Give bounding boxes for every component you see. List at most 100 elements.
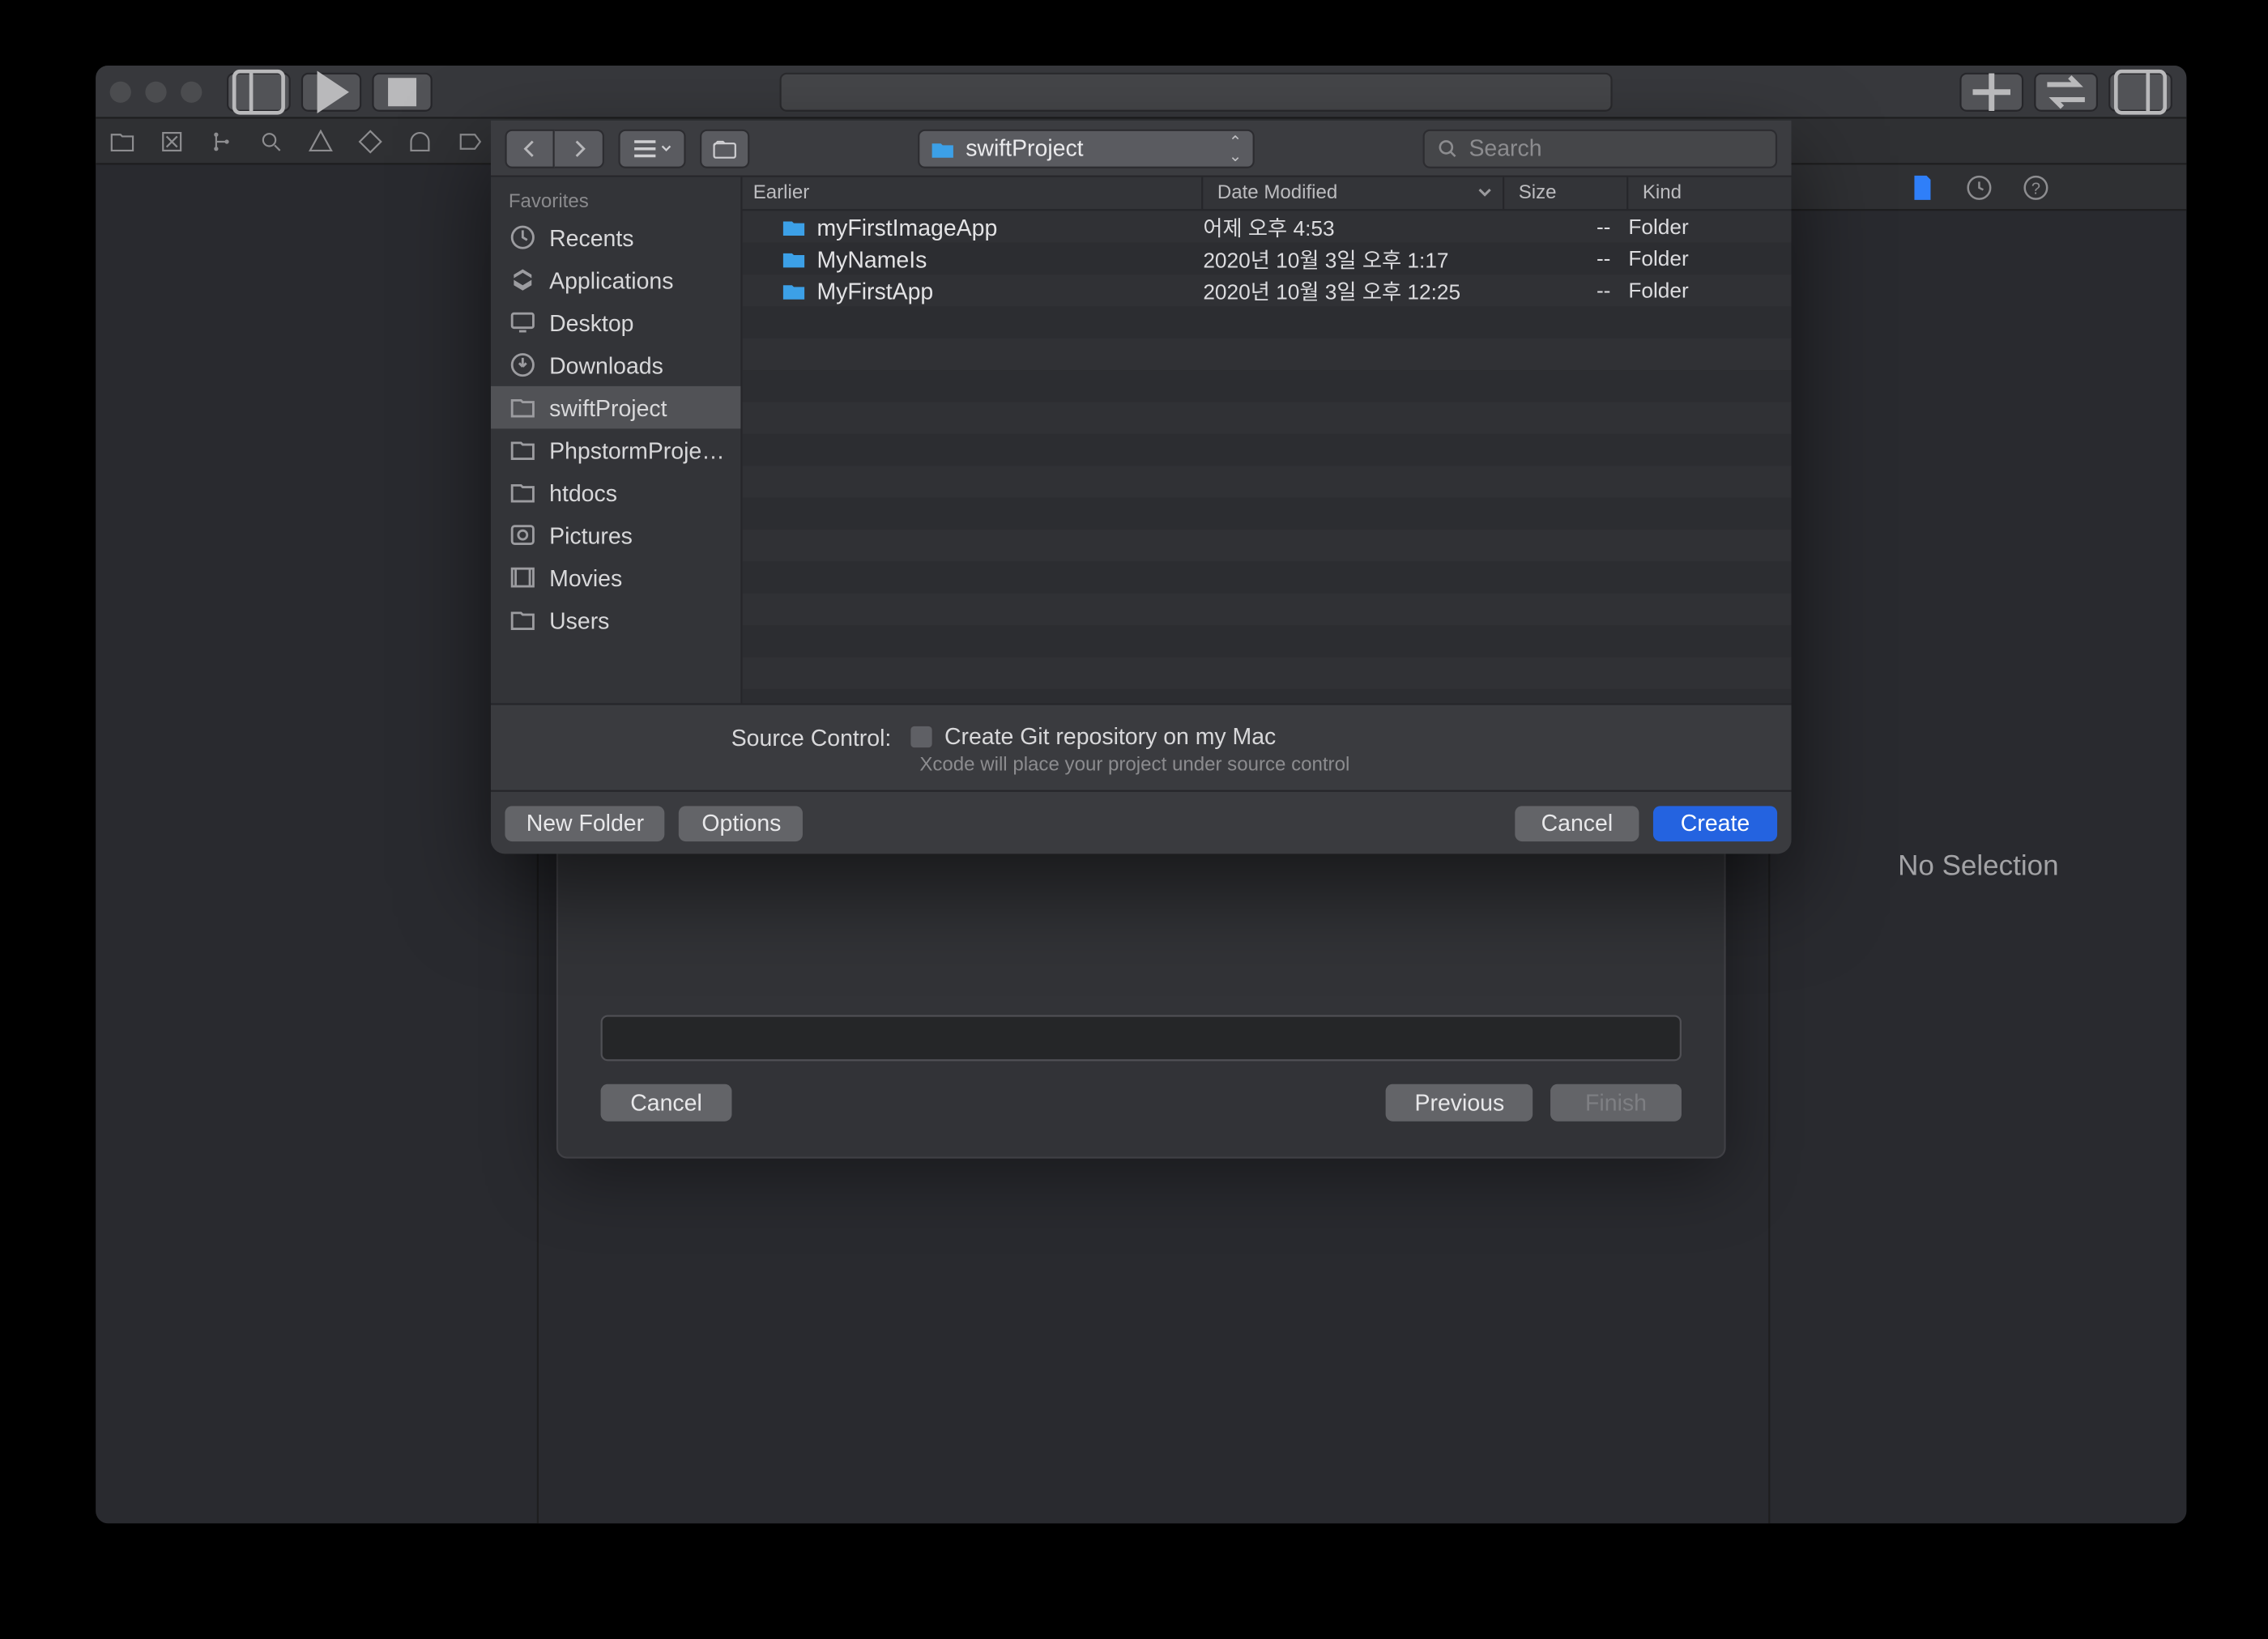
column-name-header[interactable]: Earlier [743,177,1204,209]
view-mode-popup[interactable] [618,129,685,168]
sidebar-item-recents[interactable]: Recents [491,216,740,259]
column-kind-header[interactable]: Kind [1628,177,1791,209]
sidebar-item-label: Downloads [549,351,663,378]
debug-navigator-tab[interactable] [407,129,433,154]
clock-icon [1964,172,1993,201]
empty-row [743,306,1792,338]
code-review-button[interactable] [2034,72,2098,111]
close-window-button[interactable] [110,81,131,102]
search-placeholder: Search [1469,134,1541,161]
wizard-previous-button[interactable]: Previous [1387,1084,1533,1122]
file-date: 2020년 10월 3일 오후 1:17 [1203,244,1504,274]
chevron-right-icon [569,139,587,157]
sidebar-item-users[interactable]: Users [491,598,740,641]
source-control-hint: Xcode will place your project under sour… [919,755,1763,776]
sidebar-item-htdocs[interactable]: htdocs [491,471,740,514]
save-panel-bottom-bar: New Folder Options Cancel Create [491,790,1792,854]
stop-button[interactable] [372,72,432,111]
file-kind: Folder [1628,278,1791,303]
chevron-down-icon [661,143,671,153]
test-navigator-tab[interactable] [358,129,383,154]
apps-icon [509,266,537,294]
search-field[interactable]: Search [1423,129,1778,168]
save-panel: swiftProject ⌃⌄ Search Favorites Recents… [491,121,1792,854]
wizard-cancel-button[interactable]: Cancel [601,1084,732,1122]
list-icon [633,138,658,159]
file-list: Earlier Date Modified Size Kind myFirstI… [743,177,1792,704]
file-inspector-tab[interactable] [1908,172,1936,201]
sidebar-item-label: htdocs [549,479,617,506]
folder-icon [509,606,537,634]
sidebar-item-applications[interactable]: Applications [491,258,740,301]
issue-navigator-tab[interactable] [309,129,334,154]
help-inspector-tab[interactable]: ? [2021,172,2049,201]
play-icon [303,66,360,120]
file-size: -- [1504,278,1628,303]
git-checkbox[interactable] [909,724,934,749]
sidebar-item-downloads[interactable]: Downloads [491,343,740,386]
panel-toggle-button[interactable] [227,72,291,111]
wizard-text-field[interactable] [601,1015,1682,1061]
file-row[interactable]: myFirstImageApp어제 오후 4:53--Folder [743,211,1792,242]
history-inspector-tab[interactable] [1964,172,1993,201]
empty-row [743,594,1792,625]
navigator-area [96,164,539,1523]
file-row[interactable]: MyNameIs 2020년 10월 3일 오후 1:17--Folder [743,243,1792,275]
sidebar-item-phpstormproje-[interactable]: PhpstormProje… [491,428,740,471]
folder-icon [782,216,807,237]
activity-status-bar [780,72,1613,111]
project-navigator-tab[interactable] [110,129,135,154]
sidebar-item-swiftproject[interactable]: swiftProject [491,386,740,429]
cancel-button[interactable]: Cancel [1515,805,1639,841]
sidebar-item-label: Desktop [549,309,633,336]
sidebar-item-label: Applications [549,266,673,293]
sidebar-item-pictures[interactable]: Pictures [491,513,740,556]
empty-row [743,658,1792,689]
source-control-section: Source Control: Create Git repository on… [491,703,1792,790]
save-panel-toolbar: swiftProject ⌃⌄ Search [491,121,1792,177]
empty-row [743,625,1792,657]
sidebar-item-movies[interactable]: Movies [491,556,740,599]
create-button[interactable]: Create [1653,805,1777,841]
clock-icon [509,224,537,252]
find-navigator-tab[interactable] [258,129,284,154]
symbol-navigator-tab[interactable] [209,129,234,154]
nav-forward-button[interactable] [555,129,604,168]
sidebar-right-icon [2110,66,2170,121]
location-popup[interactable]: swiftProject ⌃⌄ [918,129,1255,168]
file-kind: Folder [1628,246,1791,271]
save-panel-sidebar: Favorites Recents Applications Desktop Down… [491,177,743,704]
library-button[interactable] [1959,72,2023,111]
file-row[interactable]: MyFirstApp2020년 10월 3일 오후 12:25--Folder [743,275,1792,306]
sidebar-item-label: PhpstormProje… [549,436,725,463]
folder-icon [509,394,537,422]
plus-icon [1962,66,2022,121]
wizard-finish-button[interactable]: Finish [1550,1084,1682,1122]
movies-icon [509,564,537,592]
options-button[interactable]: Options [680,805,804,841]
inspectors-toggle-button[interactable] [2108,72,2172,111]
column-date-header[interactable]: Date Modified [1203,177,1504,209]
search-icon [1437,138,1458,159]
run-button[interactable] [301,72,361,111]
column-size-header[interactable]: Size [1504,177,1628,209]
file-date: 2020년 10월 3일 오후 12:25 [1203,275,1504,305]
folder-icon [509,436,537,464]
pictures-icon [509,521,537,549]
breakpoint-navigator-tab[interactable] [457,129,482,154]
minimize-window-button[interactable] [145,81,166,102]
downloads-icon [509,351,537,379]
file-size: -- [1504,246,1628,271]
desktop-icon [509,309,537,337]
group-button[interactable] [700,129,749,168]
zoom-window-button[interactable] [181,81,202,102]
file-size: -- [1504,215,1628,240]
file-name: MyNameIs [816,245,927,272]
empty-row [743,466,1792,497]
nav-back-button[interactable] [505,129,554,168]
source-control-navigator-tab[interactable] [160,129,185,154]
sidebar-item-desktop[interactable]: Desktop [491,301,740,344]
new-folder-button[interactable]: New Folder [505,805,665,841]
favorites-header: Favorites [491,185,740,216]
git-checkbox-label: Create Git repository on my Mac [944,723,1276,750]
